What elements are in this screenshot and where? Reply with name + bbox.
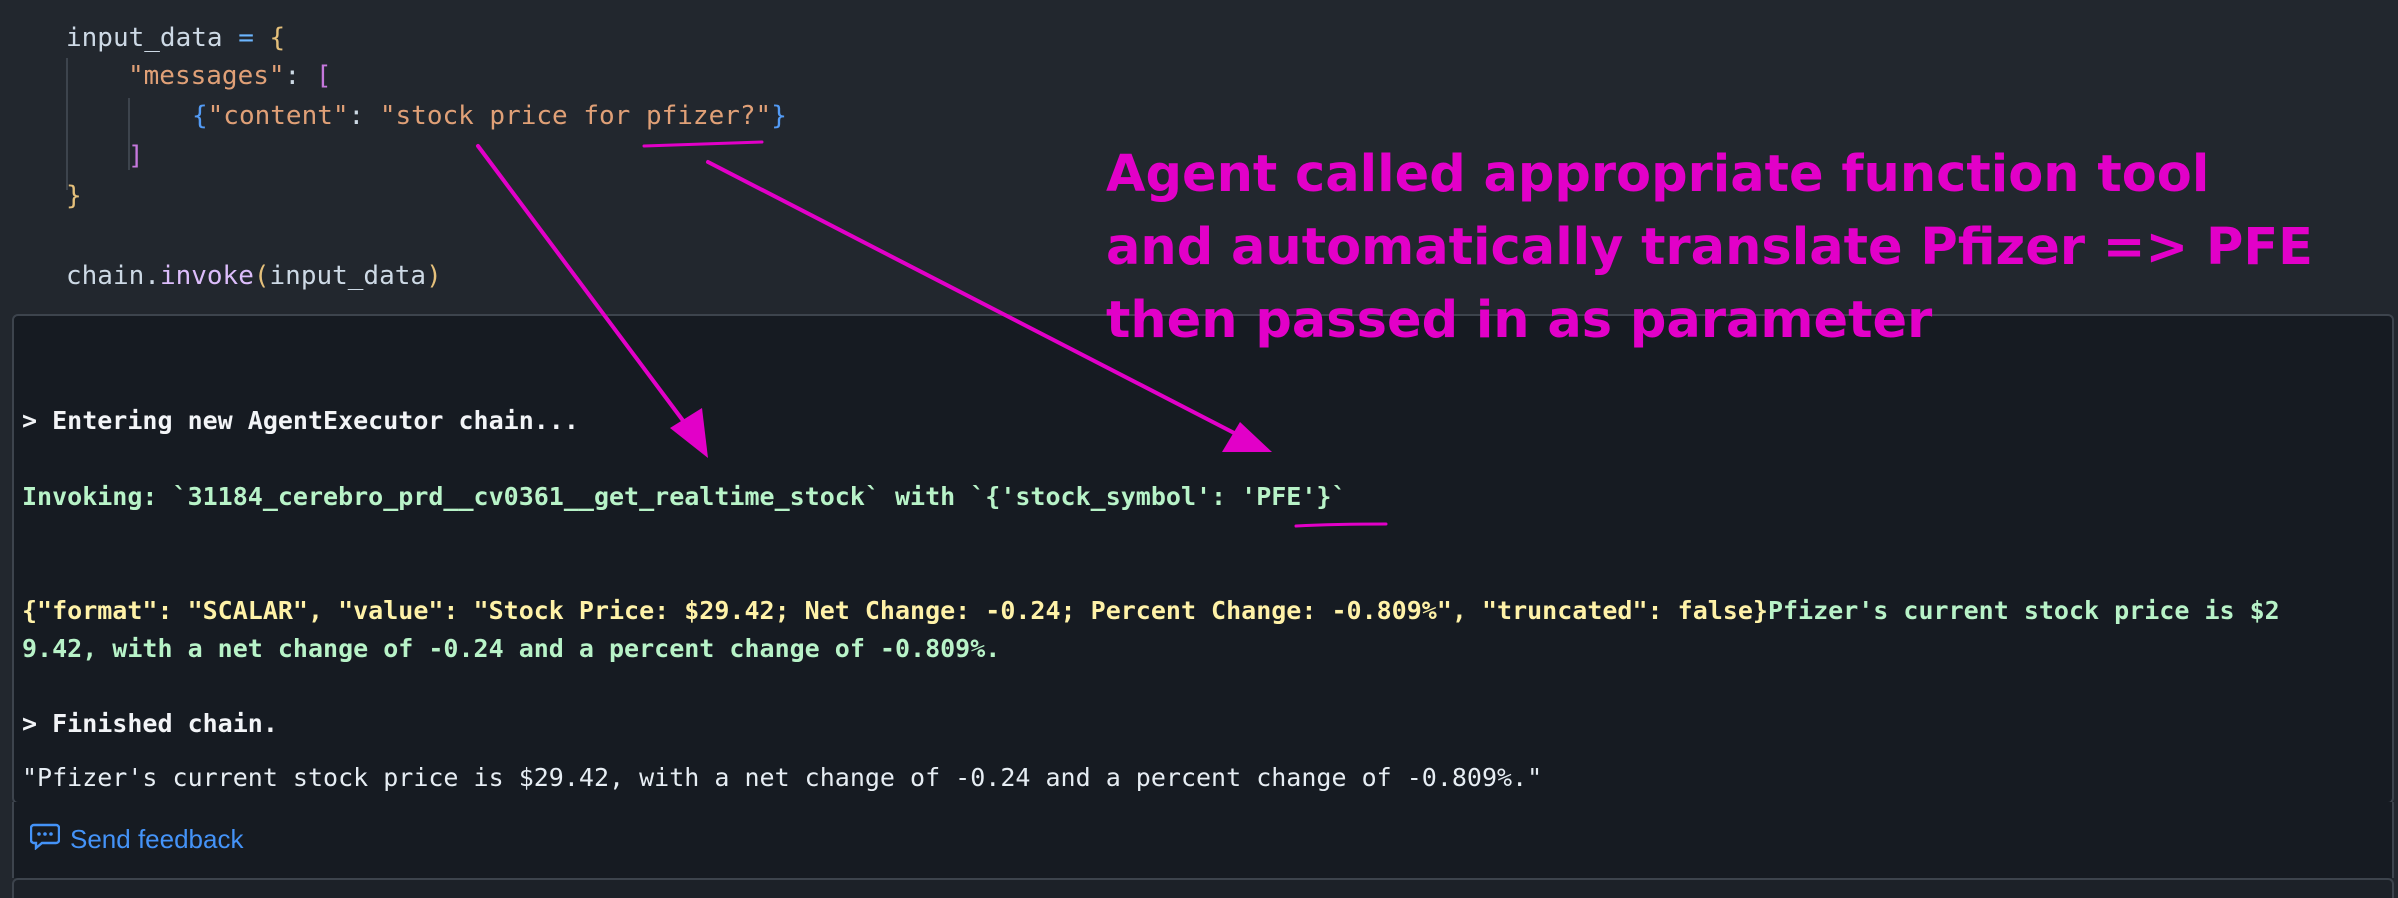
argument-input-data: input_data [269,261,427,291]
close-paren: ) [426,261,442,291]
output-finished-chain: > Finished chain. [22,709,278,738]
code-line-5: } [66,178,82,214]
output-tool-result: {"format": "SCALAR", "value": "Stock Pri… [22,592,2280,630]
colon: : [284,61,316,91]
annotation-line-3: then passed in as parameter [1106,291,1933,350]
variable-input-data: input_data [66,23,223,53]
open-paren: ( [253,261,270,291]
annotation-line-2: and automatically translate Pfizer => PF… [1106,218,2314,277]
annotation-callout: Agent called appropriate function tool an… [1106,138,2314,357]
output-entering-chain: > Entering new AgentExecutor chain... [22,406,579,435]
send-feedback-label: Send feedback [70,824,244,854]
close-brace: } [66,181,82,211]
output-agent-response-cont: 9.42, with a net change of -0.24 and a p… [22,634,1001,663]
send-feedback-link[interactable]: Send feedback [29,822,244,857]
invoke-method: invoke [159,261,254,291]
cell-output: > Entering new AgentExecutor chain... In… [12,314,2394,804]
close-brace-inner: } [771,101,787,131]
chat-bubble-icon [29,822,61,857]
tool-result-json: {"format": "SCALAR", "value": "Stock Pri… [22,596,1768,625]
code-line-3: {"content": "stock price for pfizer?"} [192,98,787,134]
indent-guide [66,58,68,190]
assign-operator: = [222,23,270,53]
code-line-1: input_data = { [66,20,285,56]
code-line-2: "messages": [ [128,58,332,94]
key-messages: "messages" [128,61,285,91]
open-brace: { [269,23,286,53]
close-bracket: ] [128,141,144,171]
dot: . [144,261,160,291]
agent-response-start: Pfizer's current stock price is $2 [1767,596,2280,625]
open-brace-inner: { [192,101,208,131]
output-invoking-tool: Invoking: `31184_cerebro_prd__cv0361__ge… [22,482,1347,511]
open-bracket: [ [315,61,332,91]
value-query: "stock price for pfizer?" [379,101,772,131]
output-final-result: "Pfizer's current stock price is $29.42,… [22,763,1543,792]
code-line-4: ] [128,138,144,174]
colon: : [348,101,380,131]
feedback-bar: Send feedback [12,802,2394,878]
next-cell-edge [12,878,2394,898]
chain-object: chain [66,261,145,291]
key-content: "content" [207,101,349,131]
code-line-7: chain.invoke(input_data) [66,258,442,294]
annotation-line-1: Agent called appropriate function tool [1106,145,2210,204]
notebook-page: input_data = { "messages": [ {"content":… [0,0,2398,898]
